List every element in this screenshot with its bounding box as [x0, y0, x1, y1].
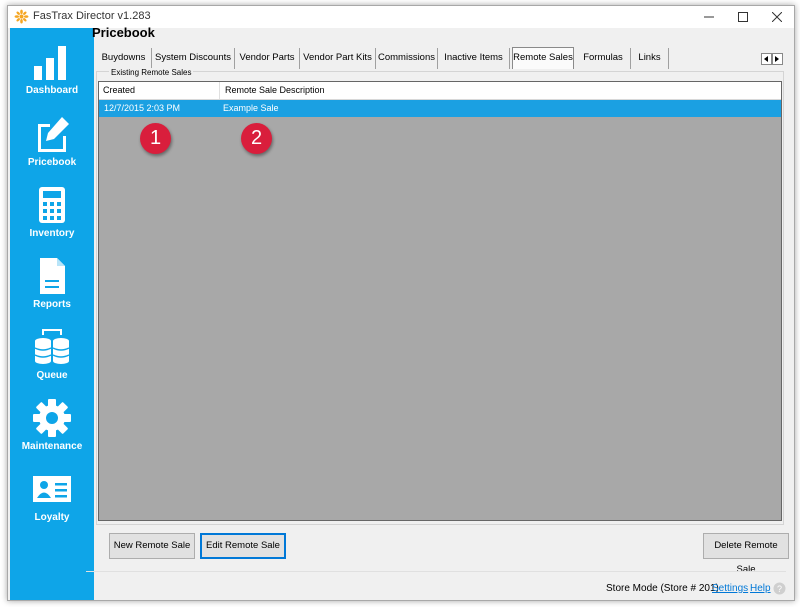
tab-scroll-left-button[interactable]	[761, 53, 772, 65]
chevron-right-icon	[775, 56, 779, 62]
sidebar-item-label: Pricebook	[27, 157, 77, 168]
sidebar: Dashboard Pricebook Inventory Reports Qu…	[10, 28, 94, 600]
edit-icon	[38, 117, 69, 152]
annotation-badge: 2	[241, 123, 272, 154]
tab-remote-sales[interactable]: Remote Sales	[512, 47, 574, 69]
gear-icon	[33, 399, 71, 437]
help-icon[interactable]: ?	[773, 582, 786, 595]
sidebar-item-loyalty[interactable]: Loyalty	[10, 469, 94, 529]
new-remote-sale-button[interactable]: New Remote Sale	[109, 533, 195, 559]
settings-link[interactable]: Settings	[712, 583, 748, 594]
sidebar-item-label: Inventory	[29, 228, 75, 239]
delete-remote-sale-button[interactable]: Delete Remote Sale	[703, 533, 789, 575]
app-logo-icon	[14, 9, 29, 24]
sidebar-item-label: Queue	[36, 370, 68, 381]
list-header: Created Remote Sale Description	[99, 82, 781, 100]
database-icon	[34, 329, 70, 364]
cell-created: 12/7/2015 2:03 PM	[104, 103, 181, 113]
document-icon	[40, 258, 65, 294]
tab-buydowns[interactable]: Buydowns	[96, 48, 152, 69]
sidebar-item-label: Maintenance	[21, 441, 83, 452]
tab-vendor-parts[interactable]: Vendor Parts	[235, 48, 300, 69]
tab-commissions[interactable]: Commissions	[376, 48, 438, 69]
group-label: Existing Remote Sales	[109, 68, 194, 77]
chevron-left-icon	[764, 56, 768, 62]
table-row[interactable]: 12/7/2015 2:03 PM Example Sale	[99, 100, 781, 117]
column-header-created[interactable]: Created	[103, 82, 220, 99]
sidebar-item-label: Reports	[33, 299, 71, 310]
annotation-badge: 1	[140, 123, 171, 154]
close-icon	[772, 12, 782, 22]
sidebar-item-label: Loyalty	[34, 512, 70, 523]
maximize-icon	[738, 12, 748, 22]
bar-chart-icon	[34, 46, 66, 80]
sidebar-item-maintenance[interactable]: Maintenance	[10, 398, 94, 458]
close-button[interactable]	[760, 6, 794, 28]
sidebar-item-reports[interactable]: Reports	[10, 256, 94, 316]
tab-vendor-part-kits[interactable]: Vendor Part Kits	[300, 48, 376, 69]
edit-remote-sale-button[interactable]: Edit Remote Sale	[200, 533, 286, 559]
sidebar-item-pricebook[interactable]: Pricebook	[10, 114, 94, 174]
sidebar-item-queue[interactable]: Queue	[10, 327, 94, 387]
svg-text:?: ?	[777, 584, 782, 594]
calculator-icon	[39, 187, 65, 223]
remote-sales-list: Created Remote Sale Description 12/7/201…	[98, 81, 782, 521]
window-title: FasTrax Director v1.283	[33, 10, 151, 22]
tab-inactive-items[interactable]: Inactive Items	[438, 48, 510, 69]
maximize-button[interactable]	[726, 6, 760, 28]
sidebar-item-label: Dashboard	[25, 85, 79, 96]
id-card-icon	[33, 476, 71, 502]
tab-system-discounts[interactable]: System Discounts	[152, 48, 235, 69]
cell-description: Example Sale	[223, 103, 279, 113]
column-header-description[interactable]: Remote Sale Description	[225, 82, 525, 99]
tab-scroll-arrows	[761, 53, 783, 65]
tab-formulas[interactable]: Formulas	[576, 48, 631, 69]
sidebar-item-inventory[interactable]: Inventory	[10, 185, 94, 245]
minimize-icon	[704, 16, 714, 18]
help-link[interactable]: Help	[750, 583, 771, 594]
minimize-button[interactable]	[692, 6, 726, 28]
tab-scroll-right-button[interactable]	[772, 53, 783, 65]
tab-strip: Buydowns System Discounts Vendor Parts V…	[92, 47, 782, 70]
store-mode-text: Store Mode (Store # 201)	[606, 583, 719, 594]
tab-links[interactable]: Links	[631, 48, 669, 69]
sidebar-item-dashboard[interactable]: Dashboard	[10, 42, 94, 102]
page-title: Pricebook	[92, 25, 155, 40]
